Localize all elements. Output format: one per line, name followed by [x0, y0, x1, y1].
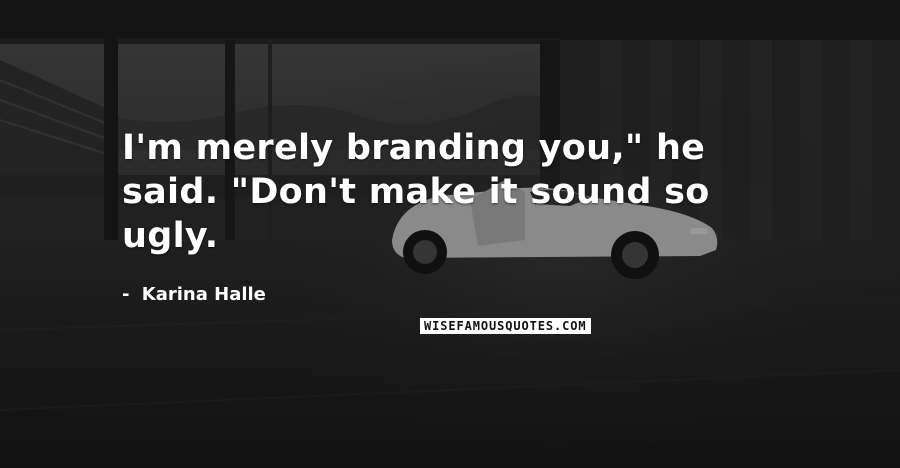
- quote-line-1: I'm merely branding you," he: [122, 128, 706, 168]
- author-dash: -: [122, 284, 130, 305]
- site-watermark: WISEFAMOUSQUOTES.COM: [420, 318, 591, 334]
- quote-line-3: ugly.: [122, 216, 219, 256]
- quote-author: - Karina Halle: [122, 283, 266, 307]
- author-name: Karina Halle: [141, 284, 266, 305]
- quote-text: I'm merely branding you," he said. "Don'…: [122, 126, 802, 258]
- quote-line-2: said. "Don't make it sound so: [122, 172, 710, 212]
- quote-card: I'm merely branding you," he said. "Don'…: [0, 0, 900, 468]
